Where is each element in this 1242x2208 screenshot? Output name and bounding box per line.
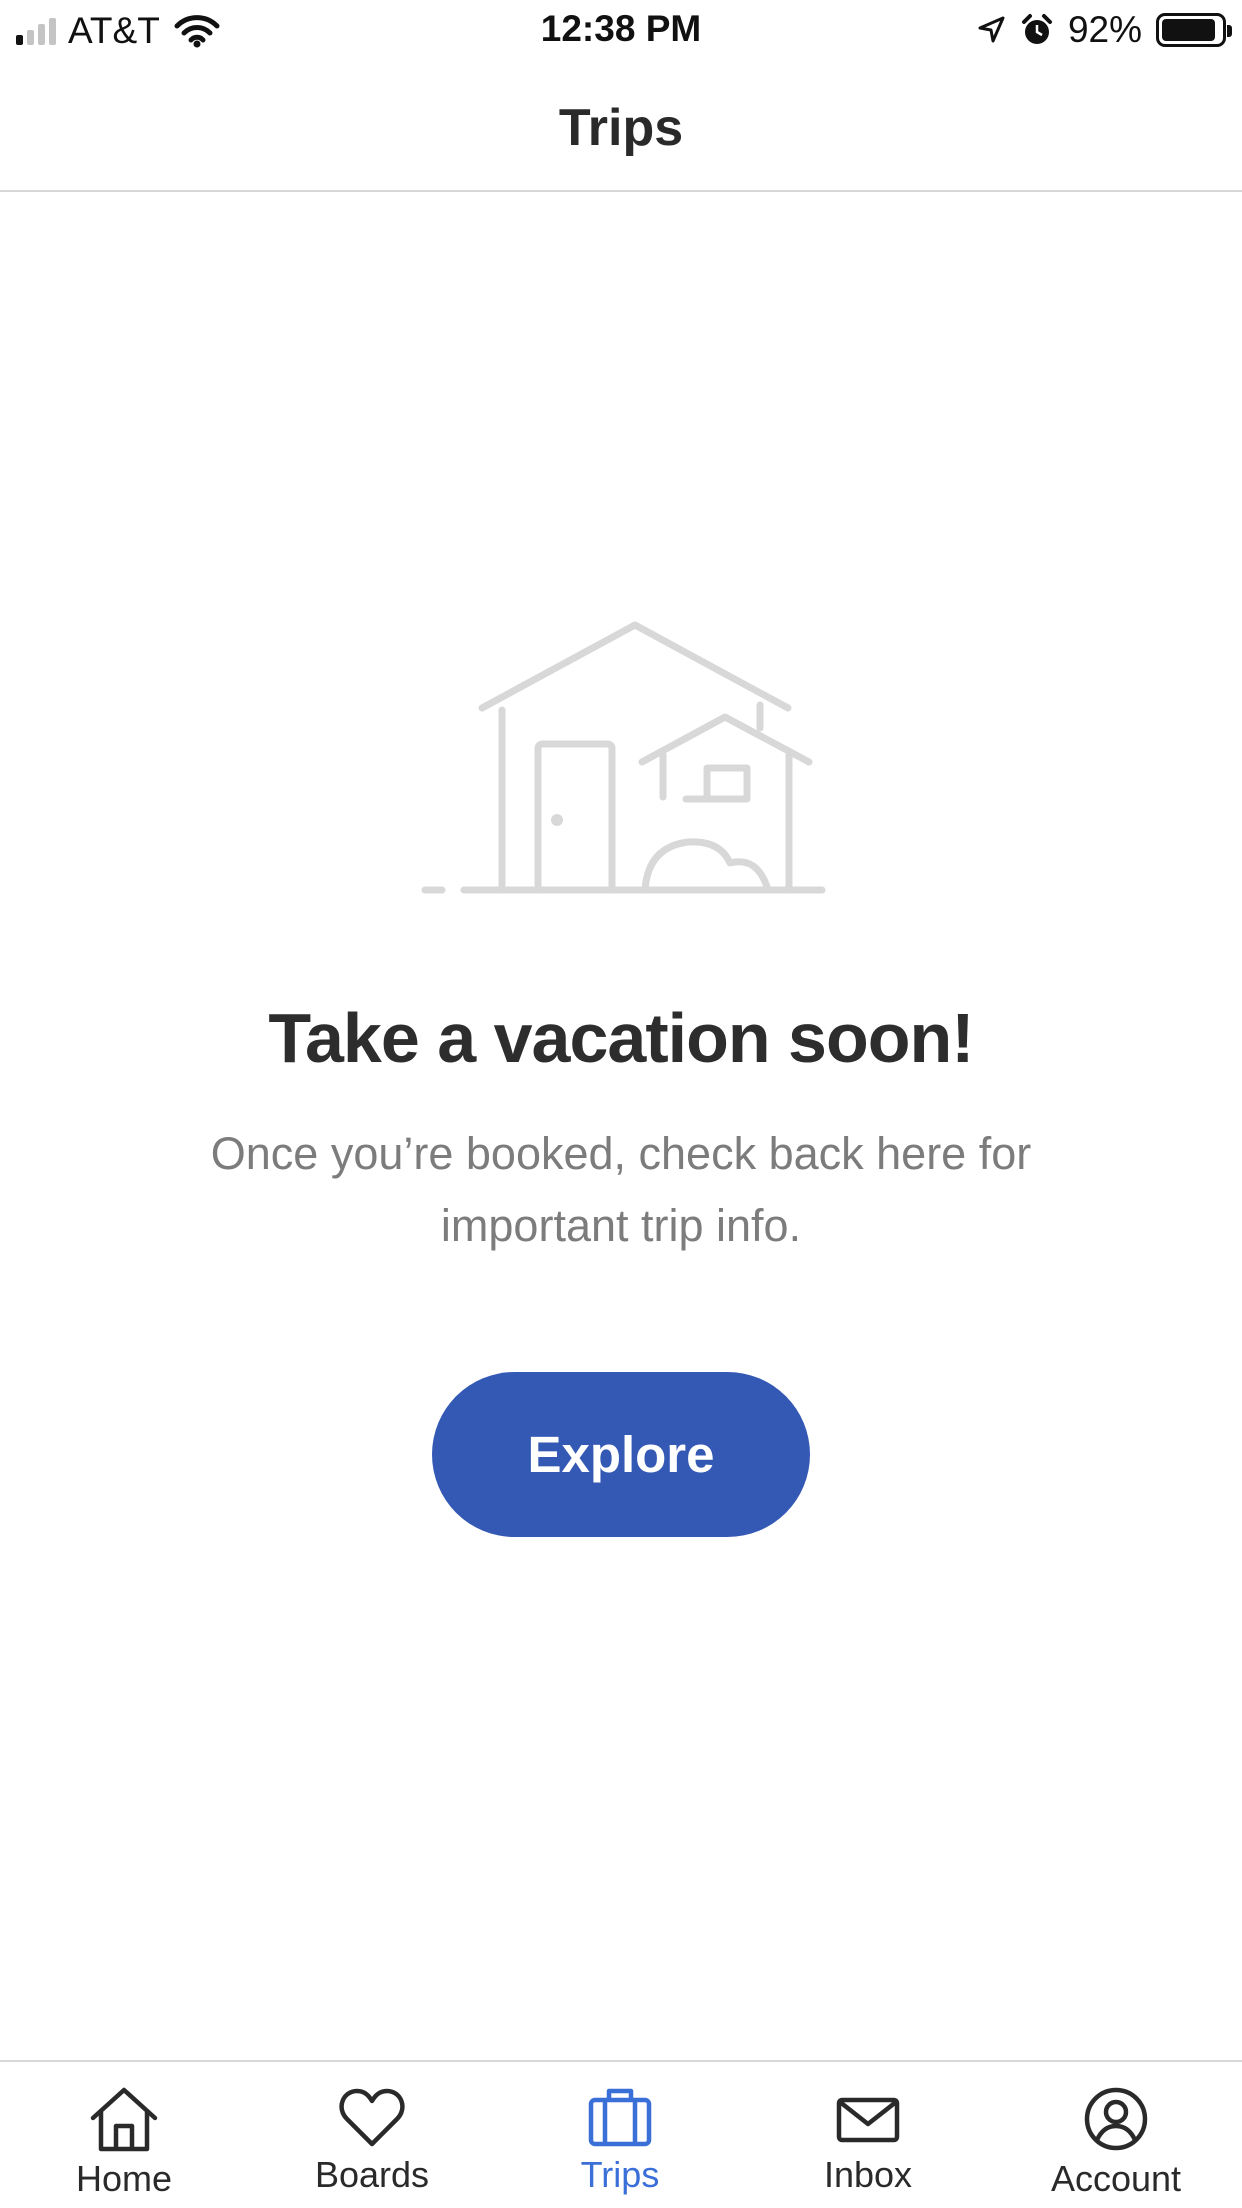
heart-icon <box>339 2088 405 2147</box>
house-illustration-icon <box>421 621 826 894</box>
tab-home-label: Home <box>75 2158 173 2199</box>
explore-button[interactable]: Explore <box>432 1372 810 1537</box>
tab-account-label: Account <box>1050 2158 1182 2199</box>
battery-icon <box>1156 13 1232 47</box>
battery-percentage: 92% <box>1067 9 1142 50</box>
tab-boards-label: Boards <box>314 2154 430 2195</box>
empty-state-title: Take a vacation soon! <box>268 999 974 1077</box>
tab-home[interactable]: Home <box>0 2062 248 2208</box>
status-bar: AT&T 12:38 PM 92% <box>0 0 1242 60</box>
tab-account[interactable]: Account <box>992 2062 1240 2208</box>
location-arrow-icon <box>978 16 1005 43</box>
page-title: Trips <box>558 99 684 157</box>
battery-level-fill <box>1162 19 1216 41</box>
tab-trips[interactable]: Trips <box>496 2062 744 2208</box>
envelope-icon <box>836 2097 900 2143</box>
home-icon <box>90 2087 158 2152</box>
battery-cap <box>1227 25 1232 37</box>
alarm-clock-icon <box>1021 14 1052 44</box>
explore-button-label: Explore <box>527 1426 715 1483</box>
navigation-header: Trips <box>0 60 1242 192</box>
tab-trips-label: Trips <box>580 2154 660 2195</box>
tab-bar: Home Boards Trips Inbox Account <box>0 2060 1242 2208</box>
user-circle-icon <box>1084 2087 1148 2151</box>
empty-state-description: Once you’re booked, check back here for … <box>210 1128 1032 1251</box>
tab-inbox[interactable]: Inbox <box>744 2062 992 2208</box>
tab-boards[interactable]: Boards <box>248 2062 496 2208</box>
status-bar-right: 92% <box>976 8 1232 52</box>
tab-inbox-label: Inbox <box>823 2154 913 2195</box>
suitcase-icon <box>588 2088 652 2147</box>
